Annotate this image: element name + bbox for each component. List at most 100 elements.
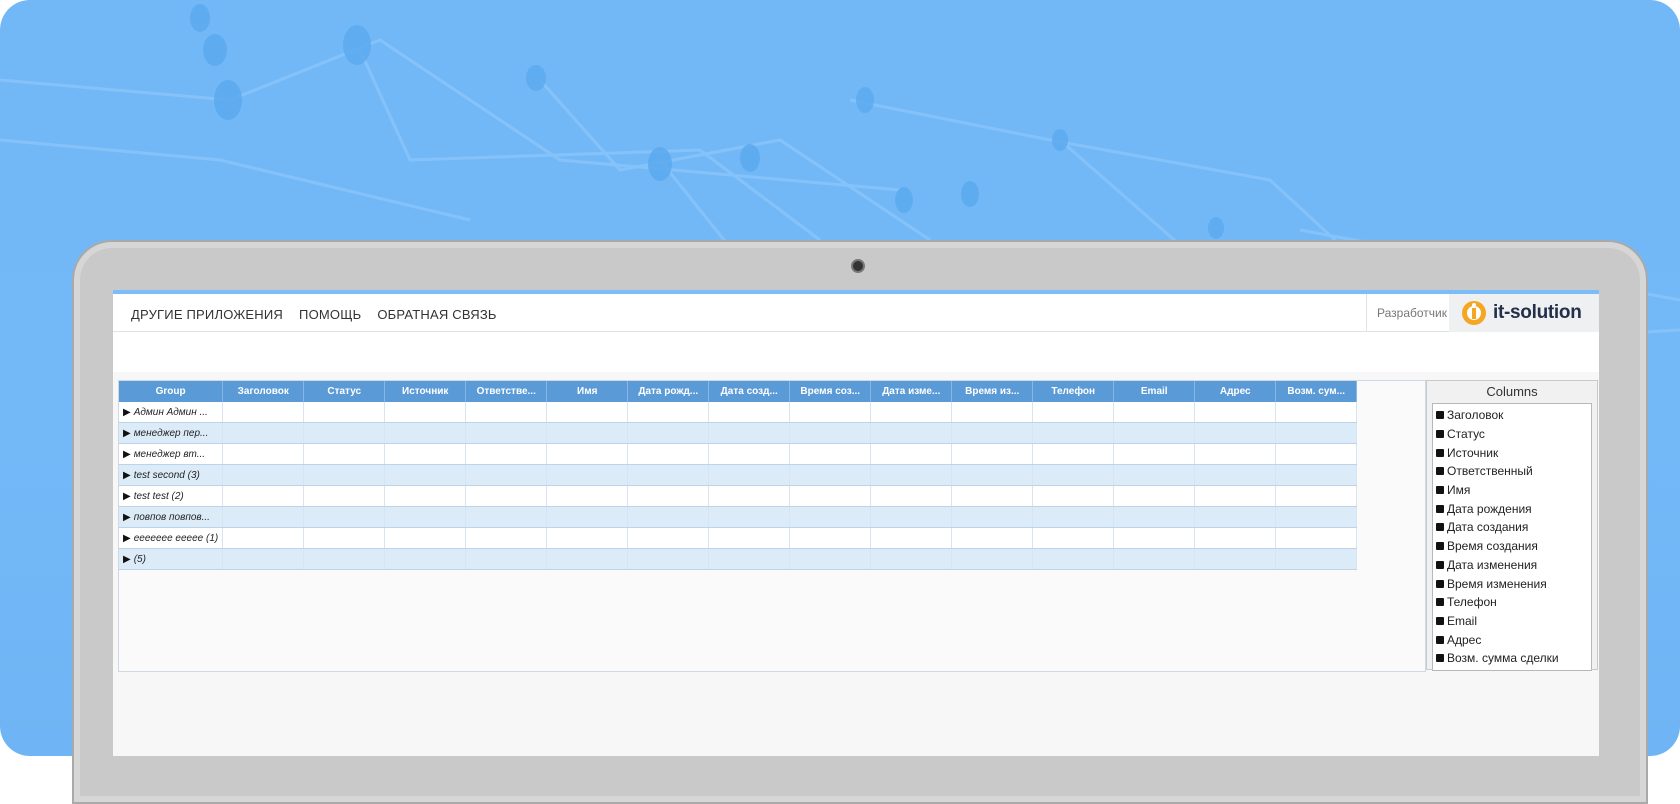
- column-toggle-item[interactable]: Телефон: [1433, 593, 1591, 612]
- grid-cell[interactable]: [384, 527, 467, 549]
- grid-cell[interactable]: [708, 422, 791, 444]
- grid-cell[interactable]: [1194, 527, 1277, 549]
- header-status[interactable]: Статус: [303, 381, 386, 402]
- grid-cell[interactable]: [384, 506, 467, 528]
- grid-cell[interactable]: [1113, 527, 1196, 549]
- grid-cell[interactable]: [1194, 443, 1277, 465]
- grid-cell[interactable]: [627, 527, 710, 549]
- grid-cell[interactable]: [222, 464, 305, 486]
- column-toggle-item[interactable]: Источник: [1433, 443, 1591, 462]
- column-toggle-item[interactable]: Дата создания: [1433, 518, 1591, 537]
- grid-cell[interactable]: [546, 464, 629, 486]
- grid-cell[interactable]: [708, 527, 791, 549]
- checkbox-icon[interactable]: [1436, 411, 1444, 420]
- grid-cell[interactable]: [303, 422, 386, 444]
- header-email[interactable]: Email: [1113, 381, 1196, 402]
- header-name[interactable]: Имя: [546, 381, 629, 402]
- grid-cell[interactable]: [222, 485, 305, 507]
- grid-cell[interactable]: [1032, 464, 1115, 486]
- grid-cell[interactable]: [1032, 506, 1115, 528]
- table-row[interactable]: ▶ (5): [119, 548, 1358, 570]
- grid-cell[interactable]: [789, 464, 872, 486]
- grid-cell[interactable]: [1113, 443, 1196, 465]
- grid-cell[interactable]: [384, 443, 467, 465]
- grid-cell[interactable]: [1275, 506, 1358, 528]
- grid-cell[interactable]: [465, 506, 548, 528]
- column-toggle-item[interactable]: Email: [1433, 612, 1591, 631]
- grid-cell[interactable]: [465, 422, 548, 444]
- grid-cell[interactable]: [222, 506, 305, 528]
- checkbox-icon[interactable]: [1436, 467, 1444, 476]
- grid-cell[interactable]: [465, 485, 548, 507]
- grid-cell[interactable]: [789, 485, 872, 507]
- group-cell[interactable]: ▶ повпов повпов...: [119, 506, 224, 528]
- checkbox-icon[interactable]: [1436, 430, 1444, 439]
- grid-cell[interactable]: [870, 527, 953, 549]
- grid-cell[interactable]: [1032, 422, 1115, 444]
- expand-arrow-icon[interactable]: ▶: [123, 533, 131, 544]
- grid-cell[interactable]: [951, 402, 1034, 423]
- grid-cell[interactable]: [1275, 443, 1358, 465]
- grid-cell[interactable]: [1113, 506, 1196, 528]
- column-toggle-item[interactable]: Ответственный: [1433, 462, 1591, 481]
- grid-cell[interactable]: [222, 402, 305, 423]
- column-toggle-item[interactable]: Время изменения: [1433, 574, 1591, 593]
- checkbox-icon[interactable]: [1436, 448, 1444, 457]
- group-cell[interactable]: ▶ (5): [119, 548, 224, 570]
- grid-cell[interactable]: [870, 402, 953, 423]
- grid-cell[interactable]: [1113, 402, 1196, 423]
- column-toggle-item[interactable]: Заголовок: [1433, 406, 1591, 425]
- grid-cell[interactable]: [789, 506, 872, 528]
- group-cell[interactable]: ▶ менеджер пер...: [119, 422, 224, 444]
- column-toggle-item[interactable]: Время создания: [1433, 537, 1591, 556]
- expand-arrow-icon[interactable]: ▶: [123, 554, 131, 565]
- grid-cell[interactable]: [384, 402, 467, 423]
- grid-cell[interactable]: [627, 548, 710, 570]
- group-cell[interactable]: ▶ Админ Админ ...: [119, 402, 224, 423]
- checkbox-icon[interactable]: [1436, 542, 1444, 551]
- grid-cell[interactable]: [384, 485, 467, 507]
- grid-cell[interactable]: [303, 464, 386, 486]
- expand-arrow-icon[interactable]: ▶: [123, 428, 131, 439]
- grid-cell[interactable]: [1275, 485, 1358, 507]
- column-toggle-item[interactable]: Дата рождения: [1433, 499, 1591, 518]
- grid-cell[interactable]: [789, 443, 872, 465]
- checkbox-icon[interactable]: [1436, 616, 1444, 625]
- grid-cell[interactable]: [627, 506, 710, 528]
- group-cell[interactable]: ▶ test test (2): [119, 485, 224, 507]
- grid-cell[interactable]: [627, 485, 710, 507]
- grid-cell[interactable]: [708, 443, 791, 465]
- checkbox-icon[interactable]: [1436, 579, 1444, 588]
- grid-cell[interactable]: [1194, 548, 1277, 570]
- grid-cell[interactable]: [1032, 527, 1115, 549]
- grid-cell[interactable]: [870, 422, 953, 444]
- table-row[interactable]: ▶ test test (2): [119, 485, 1358, 507]
- grid-cell[interactable]: [1194, 402, 1277, 423]
- grid-cell[interactable]: [222, 443, 305, 465]
- grid-cell[interactable]: [1275, 402, 1358, 423]
- grid-cell[interactable]: [870, 548, 953, 570]
- column-toggle-item[interactable]: Статус: [1433, 425, 1591, 444]
- grid-cell[interactable]: [222, 527, 305, 549]
- grid-cell[interactable]: [951, 485, 1034, 507]
- header-birth-date[interactable]: Дата рожд...: [627, 381, 710, 402]
- grid-cell[interactable]: [465, 464, 548, 486]
- grid-cell[interactable]: [546, 443, 629, 465]
- grid-cell[interactable]: [303, 527, 386, 549]
- grid-cell[interactable]: [627, 422, 710, 444]
- grid-cell[interactable]: [384, 548, 467, 570]
- grid-cell[interactable]: [627, 443, 710, 465]
- grid-cell[interactable]: [1275, 527, 1358, 549]
- column-toggle-item[interactable]: Имя: [1433, 481, 1591, 500]
- table-row[interactable]: ▶ менеджер пер...: [119, 422, 1358, 444]
- grid-cell[interactable]: [789, 548, 872, 570]
- header-phone[interactable]: Телефон: [1032, 381, 1115, 402]
- grid-cell[interactable]: [1275, 464, 1358, 486]
- expand-arrow-icon[interactable]: ▶: [123, 449, 131, 460]
- grid-cell[interactable]: [627, 402, 710, 423]
- brand-logo[interactable]: it-solution: [1449, 294, 1599, 332]
- group-cell[interactable]: ▶ менеджер вт...: [119, 443, 224, 465]
- grid-cell[interactable]: [465, 443, 548, 465]
- grid-cell[interactable]: [465, 548, 548, 570]
- table-row[interactable]: ▶ test second (3): [119, 464, 1358, 486]
